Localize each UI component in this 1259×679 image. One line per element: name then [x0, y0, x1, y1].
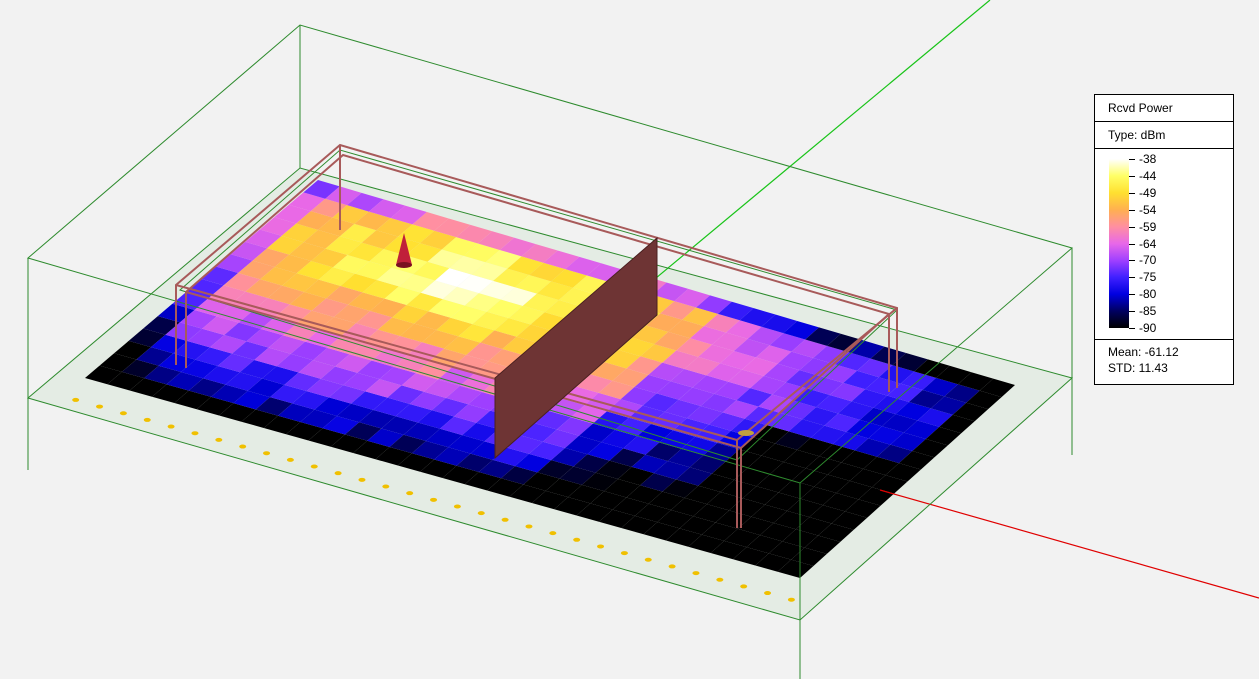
- receiver-dot: [620, 551, 628, 556]
- legend-tick: [1129, 209, 1135, 211]
- legend-tick: [1129, 328, 1135, 329]
- receiver-dot: [191, 431, 199, 436]
- receiver-dot: [597, 544, 605, 549]
- legend-tick: [1129, 226, 1135, 228]
- legend-scale: -38 -44 -49 -54 -59 -64 -70 -75 -80 -85 -90: [1095, 149, 1233, 340]
- legend-tick: [1129, 294, 1135, 296]
- legend-tick: [1129, 175, 1135, 177]
- receiver-dot: [167, 424, 175, 429]
- receiver-dot: [453, 504, 461, 509]
- receiver-dot: [382, 484, 390, 489]
- receiver-dot: [716, 577, 724, 582]
- legend-tick-label: -59: [1139, 219, 1157, 234]
- receiver-dot: [143, 417, 151, 422]
- legend-type-label: Type: dBm: [1095, 122, 1233, 149]
- receiver-dot: [358, 477, 366, 482]
- legend-tick-label: -64: [1139, 236, 1157, 251]
- legend-tick-label: -80: [1139, 287, 1157, 302]
- receiver-dot: [525, 524, 533, 529]
- receiver-dot: [549, 531, 557, 536]
- receiver-dot: [644, 557, 652, 562]
- legend-tick: [1129, 243, 1135, 245]
- receiver-dot: [239, 444, 247, 449]
- legend-tick-label: -38: [1139, 152, 1157, 166]
- legend-tick-label: -44: [1139, 168, 1157, 183]
- receiver-dot: [334, 471, 342, 476]
- legend-title: Rcvd Power: [1095, 95, 1233, 122]
- x-axis-line: [879, 489, 1259, 599]
- legend-mean: Mean: -61.12: [1108, 345, 1179, 359]
- legend-tick-label: -49: [1139, 185, 1157, 200]
- receiver-dot: [406, 491, 414, 496]
- receiver-dot: [96, 404, 104, 409]
- receiver-dot: [477, 511, 485, 516]
- receiver-dot: [573, 537, 581, 542]
- legend-tick: [1129, 159, 1135, 160]
- receiver-dot: [740, 584, 748, 589]
- y-axis-line: [619, 0, 991, 309]
- colorbar: [1109, 159, 1129, 328]
- receiver-dot: [692, 571, 700, 576]
- 3d-scene-view[interactable]: [0, 0, 1259, 679]
- legend-tick: [1129, 260, 1135, 262]
- receiver-dot: [668, 564, 676, 569]
- receiver-dot: [310, 464, 318, 469]
- receiver-dot: [72, 397, 80, 402]
- legend-tick-label: -70: [1139, 253, 1157, 268]
- receiver-marker-icon: [738, 430, 754, 436]
- legend-tick-label: -54: [1139, 202, 1157, 217]
- receiver-dot: [430, 497, 438, 502]
- receiver-dot: [286, 457, 294, 462]
- legend-panel[interactable]: Rcvd Power Type: dBm -38 -44 -49 -54 -59 -64-…: [1094, 94, 1234, 385]
- legend-std: STD: 11.43: [1108, 361, 1168, 375]
- legend-tick-label: -75: [1139, 270, 1157, 285]
- receiver-dot: [215, 437, 223, 442]
- receiver-dot: [119, 411, 127, 416]
- receiver-dot: [764, 591, 772, 596]
- legend-tick-label: -85: [1139, 304, 1157, 319]
- receiver-dot: [263, 451, 271, 456]
- legend-tick-label: -90: [1139, 321, 1157, 335]
- receiver-dot: [787, 597, 795, 602]
- receiver-dot: [501, 517, 509, 522]
- legend-tick: [1129, 311, 1135, 313]
- legend-tick: [1129, 192, 1135, 194]
- legend-tick: [1129, 277, 1135, 279]
